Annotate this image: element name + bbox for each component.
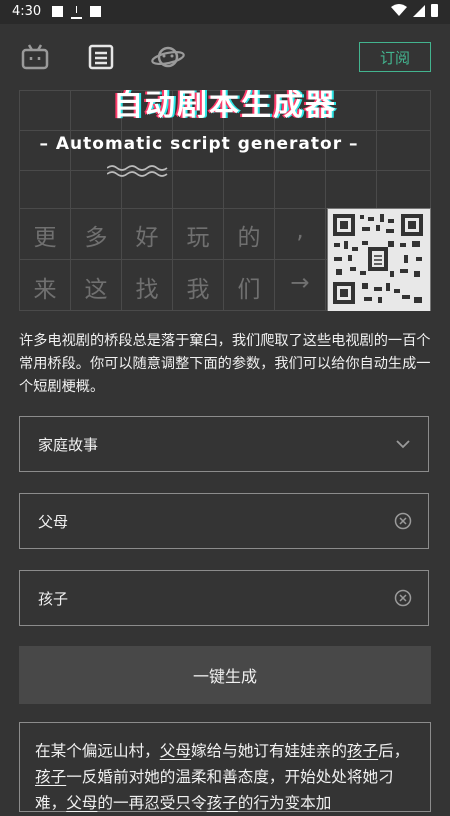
banner-char: 找 [135, 277, 159, 303]
result-segment: 孩子 [206, 794, 238, 812]
app-notification-icon [90, 6, 101, 17]
banner-char: 我 [186, 277, 210, 303]
role1-input[interactable]: 父母 [19, 493, 429, 549]
subscribe-button[interactable]: 订阅 [359, 42, 431, 72]
result-segment: 孩子 [35, 768, 67, 786]
banner-char: → [290, 270, 310, 296]
battery-icon [431, 4, 438, 17]
document-icon[interactable] [86, 42, 116, 72]
category-value: 家庭故事 [38, 436, 99, 454]
download-notification-icon [71, 6, 82, 19]
result-segment: 嫁给与她订有娃娃亲的 [190, 742, 347, 760]
role1-value: 父母 [38, 513, 69, 531]
banner: 自动剧本生成器 – Automatic script generator – 更… [19, 90, 431, 311]
result-segment: 父母 [66, 794, 98, 812]
description-text: 许多电视剧的桥段总是落于窠臼，我们爬取了这些电视剧的一百个常用桥段。你可以随意调… [19, 333, 431, 395]
role2-input[interactable]: 孩子 [19, 570, 429, 626]
banner-subtitle: – Automatic script generator – [39, 134, 359, 154]
result-box: 在某个偏远山村，父母嫁给与她订有娃娃亲的孩子后，孩子一反婚前对她的温柔和善态度，… [19, 722, 431, 812]
result-segment: 的行为变本加 [237, 794, 332, 812]
banner-char: 好 [135, 225, 159, 251]
banner-char: 们 [237, 277, 261, 303]
result-segment: 后， [378, 742, 410, 760]
wifi-icon [391, 4, 407, 16]
status-bar: 4:30 [0, 0, 450, 24]
qr-code [327, 208, 431, 311]
status-time: 4:30 [12, 4, 42, 19]
chevron-down-icon [396, 440, 410, 449]
result-text: 在某个偏远山村，父母嫁给与她订有娃娃亲的孩子后，孩子一反婚前对她的温柔和善态度，… [35, 738, 421, 816]
banner-title: 自动剧本生成器 [113, 90, 337, 123]
banner-char: 玩 [186, 225, 210, 251]
signal-icon [413, 4, 425, 17]
result-segment: 在某个偏远山村， [35, 742, 160, 760]
role2-value: 孩子 [38, 590, 69, 608]
banner-char: 更 [33, 225, 57, 251]
generate-button[interactable]: 一键生成 [19, 646, 431, 704]
result-segment: 父母 [159, 742, 191, 760]
category-select[interactable]: 家庭故事 [19, 416, 429, 472]
banner-char: 来 [33, 277, 57, 303]
banner-char: 多 [84, 225, 108, 251]
clear-icon[interactable] [394, 589, 412, 607]
wave-decoration [107, 165, 168, 177]
app-bar: 订阅 [0, 24, 450, 90]
banner-char: , [296, 218, 304, 244]
tv-icon[interactable] [20, 42, 50, 72]
banner-char: 这 [84, 277, 108, 303]
planet-icon[interactable] [151, 42, 185, 72]
clear-icon[interactable] [394, 512, 412, 530]
result-segment: 孩子 [346, 742, 379, 760]
result-segment: 的一再忍受只令 [97, 794, 207, 812]
banner-char: 的 [237, 225, 261, 251]
image-notification-icon [52, 6, 63, 17]
